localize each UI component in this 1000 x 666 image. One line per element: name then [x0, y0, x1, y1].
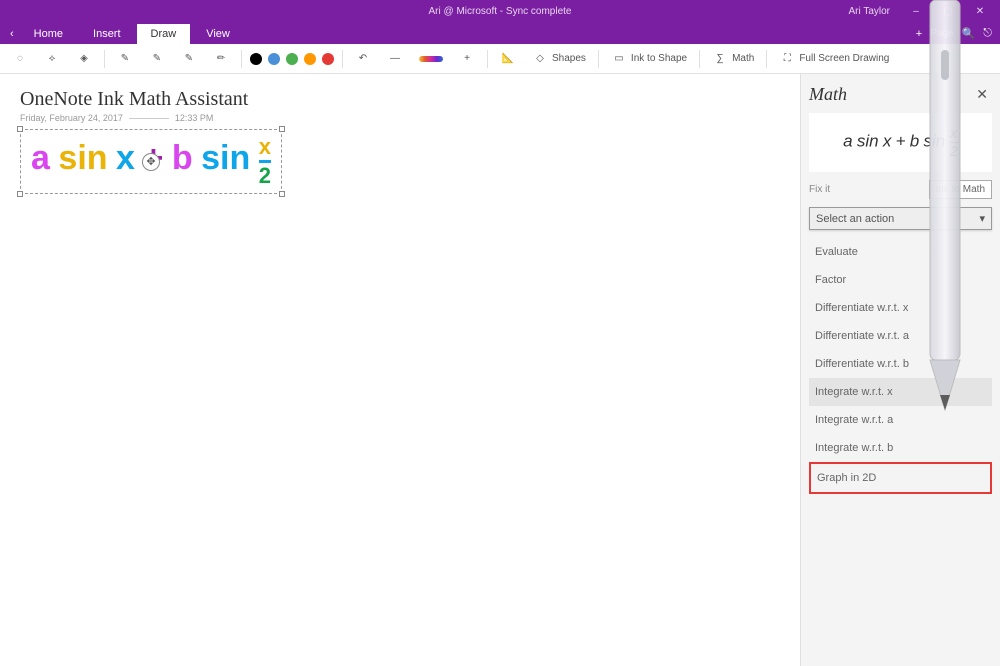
note-canvas[interactable]: OneNote Ink Math Assistant Friday, Febru… [0, 74, 800, 666]
math-action-graph-in-2d[interactable]: Graph in 2D [809, 462, 992, 494]
menu-right: + Page 🔍 ⎋ [916, 27, 1000, 44]
fix-it-button[interactable]: Fix it [809, 184, 830, 195]
ink-to-shape-button[interactable]: ▭Ink to Shape [607, 49, 691, 69]
action-list: EvaluateFactorDifferentiate w.r.t. xDiff… [809, 238, 992, 494]
selection-handle-br[interactable] [279, 191, 285, 197]
add-pen-icon[interactable]: + [455, 49, 479, 69]
color-swatch-2[interactable] [286, 53, 298, 65]
ruler-icon[interactable]: 📐 [496, 49, 520, 69]
pen-1-icon[interactable]: ✎ [113, 49, 137, 69]
add-page-button[interactable]: Page [930, 28, 953, 39]
color-swatch-0[interactable] [250, 53, 262, 65]
rainbow-stroke-icon[interactable] [415, 54, 447, 64]
meta-divider [129, 118, 169, 119]
thin-stroke-icon[interactable]: — [383, 49, 407, 69]
page-date: Friday, February 24, 2017 [20, 113, 123, 123]
selection-handle-tl[interactable] [17, 126, 23, 132]
pen-3-icon[interactable]: ✎ [177, 49, 201, 69]
tab-home[interactable]: Home [20, 24, 77, 44]
select-action-label: Select an action [816, 213, 894, 225]
tab-view[interactable]: View [192, 24, 244, 44]
window-title: Ari @ Microsoft - Sync complete [429, 6, 572, 17]
page-time: 12:33 PM [175, 113, 214, 123]
ink-selection-box[interactable]: ✥ a sin x + b sin x 2 [20, 129, 282, 194]
math-action-differentiate-w-r-t-x[interactable]: Differentiate w.r.t. x [809, 294, 992, 322]
search-icon[interactable]: 🔍 [962, 27, 976, 40]
recognized-equation: a sin x + b sin x2 [809, 113, 992, 172]
close-panel-icon[interactable]: ✕ [972, 84, 992, 105]
workspace: OneNote Ink Math Assistant Friday, Febru… [0, 74, 1000, 666]
undo-icon[interactable]: ↶ [351, 49, 375, 69]
share-icon[interactable]: ⎋ [983, 27, 992, 40]
selection-handle-tr[interactable] [279, 126, 285, 132]
color-swatch-3[interactable] [304, 53, 316, 65]
math-action-integrate-w-r-t-a[interactable]: Integrate w.r.t. a [809, 406, 992, 434]
shapes-button[interactable]: ◇Shapes [528, 49, 590, 69]
math-panel: Math ✕ a sin x + b sin x2 Fix it Ink to … [800, 74, 1000, 666]
math-action-integrate-w-r-t-b[interactable]: Integrate w.r.t. b [809, 434, 992, 462]
math-action-differentiate-w-r-t-b[interactable]: Differentiate w.r.t. b [809, 350, 992, 378]
select-action-dropdown[interactable]: Select an action ▾ [809, 207, 992, 230]
ink-to-math-button[interactable]: Ink to Math [929, 180, 992, 199]
tab-draw[interactable]: Draw [137, 24, 191, 44]
math-action-integrate-w-r-t-x[interactable]: Integrate w.r.t. x [809, 378, 992, 406]
math-action-differentiate-w-r-t-a[interactable]: Differentiate w.r.t. a [809, 322, 992, 350]
user-label[interactable]: Ari Taylor [849, 6, 891, 17]
add-page-icon[interactable]: + [916, 28, 922, 40]
pen-2-icon[interactable]: ✎ [145, 49, 169, 69]
math-panel-title: Math [809, 84, 847, 105]
full-screen-drawing-button[interactable]: ⛶Full Screen Drawing [775, 49, 893, 69]
chevron-down-icon: ▾ [979, 212, 985, 225]
minimize-icon[interactable]: – [904, 2, 928, 20]
back-icon[interactable]: ‹ [10, 28, 14, 44]
tab-insert[interactable]: Insert [79, 24, 135, 44]
fix-row: Fix it Ink to Math [809, 180, 992, 199]
hand-tool-icon[interactable]: ⟡ [40, 49, 64, 69]
window-buttons: – ▢ ✕ [904, 2, 1000, 20]
close-icon[interactable]: ✕ [968, 2, 992, 20]
window-title-bar: Ari @ Microsoft - Sync complete Ari Tayl… [0, 0, 1000, 22]
page-meta: Friday, February 24, 2017 12:33 PM [20, 113, 780, 123]
color-swatches [250, 53, 334, 65]
color-swatch-4[interactable] [322, 53, 334, 65]
maximize-icon[interactable]: ▢ [936, 2, 960, 20]
page-title[interactable]: OneNote Ink Math Assistant [20, 88, 780, 111]
selection-handle-bl[interactable] [17, 191, 23, 197]
math-button[interactable]: ∑Math [708, 49, 758, 69]
math-action-evaluate[interactable]: Evaluate [809, 238, 992, 266]
highlighter-icon[interactable]: ✏ [209, 49, 233, 69]
color-swatch-1[interactable] [268, 53, 280, 65]
ribbon: ◌ ⟡ ◈ ✎ ✎ ✎ ✏ ↶ — + 📐 ◇Shapes ▭Ink to Sh… [0, 44, 1000, 74]
lasso-tool-icon[interactable]: ◌ [8, 49, 32, 69]
eraser-icon[interactable]: ◈ [72, 49, 96, 69]
menu-bar: ‹ Home Insert Draw View + Page 🔍 ⎋ [0, 22, 1000, 44]
move-handle-icon[interactable]: ✥ [142, 153, 160, 171]
math-action-factor[interactable]: Factor [809, 266, 992, 294]
